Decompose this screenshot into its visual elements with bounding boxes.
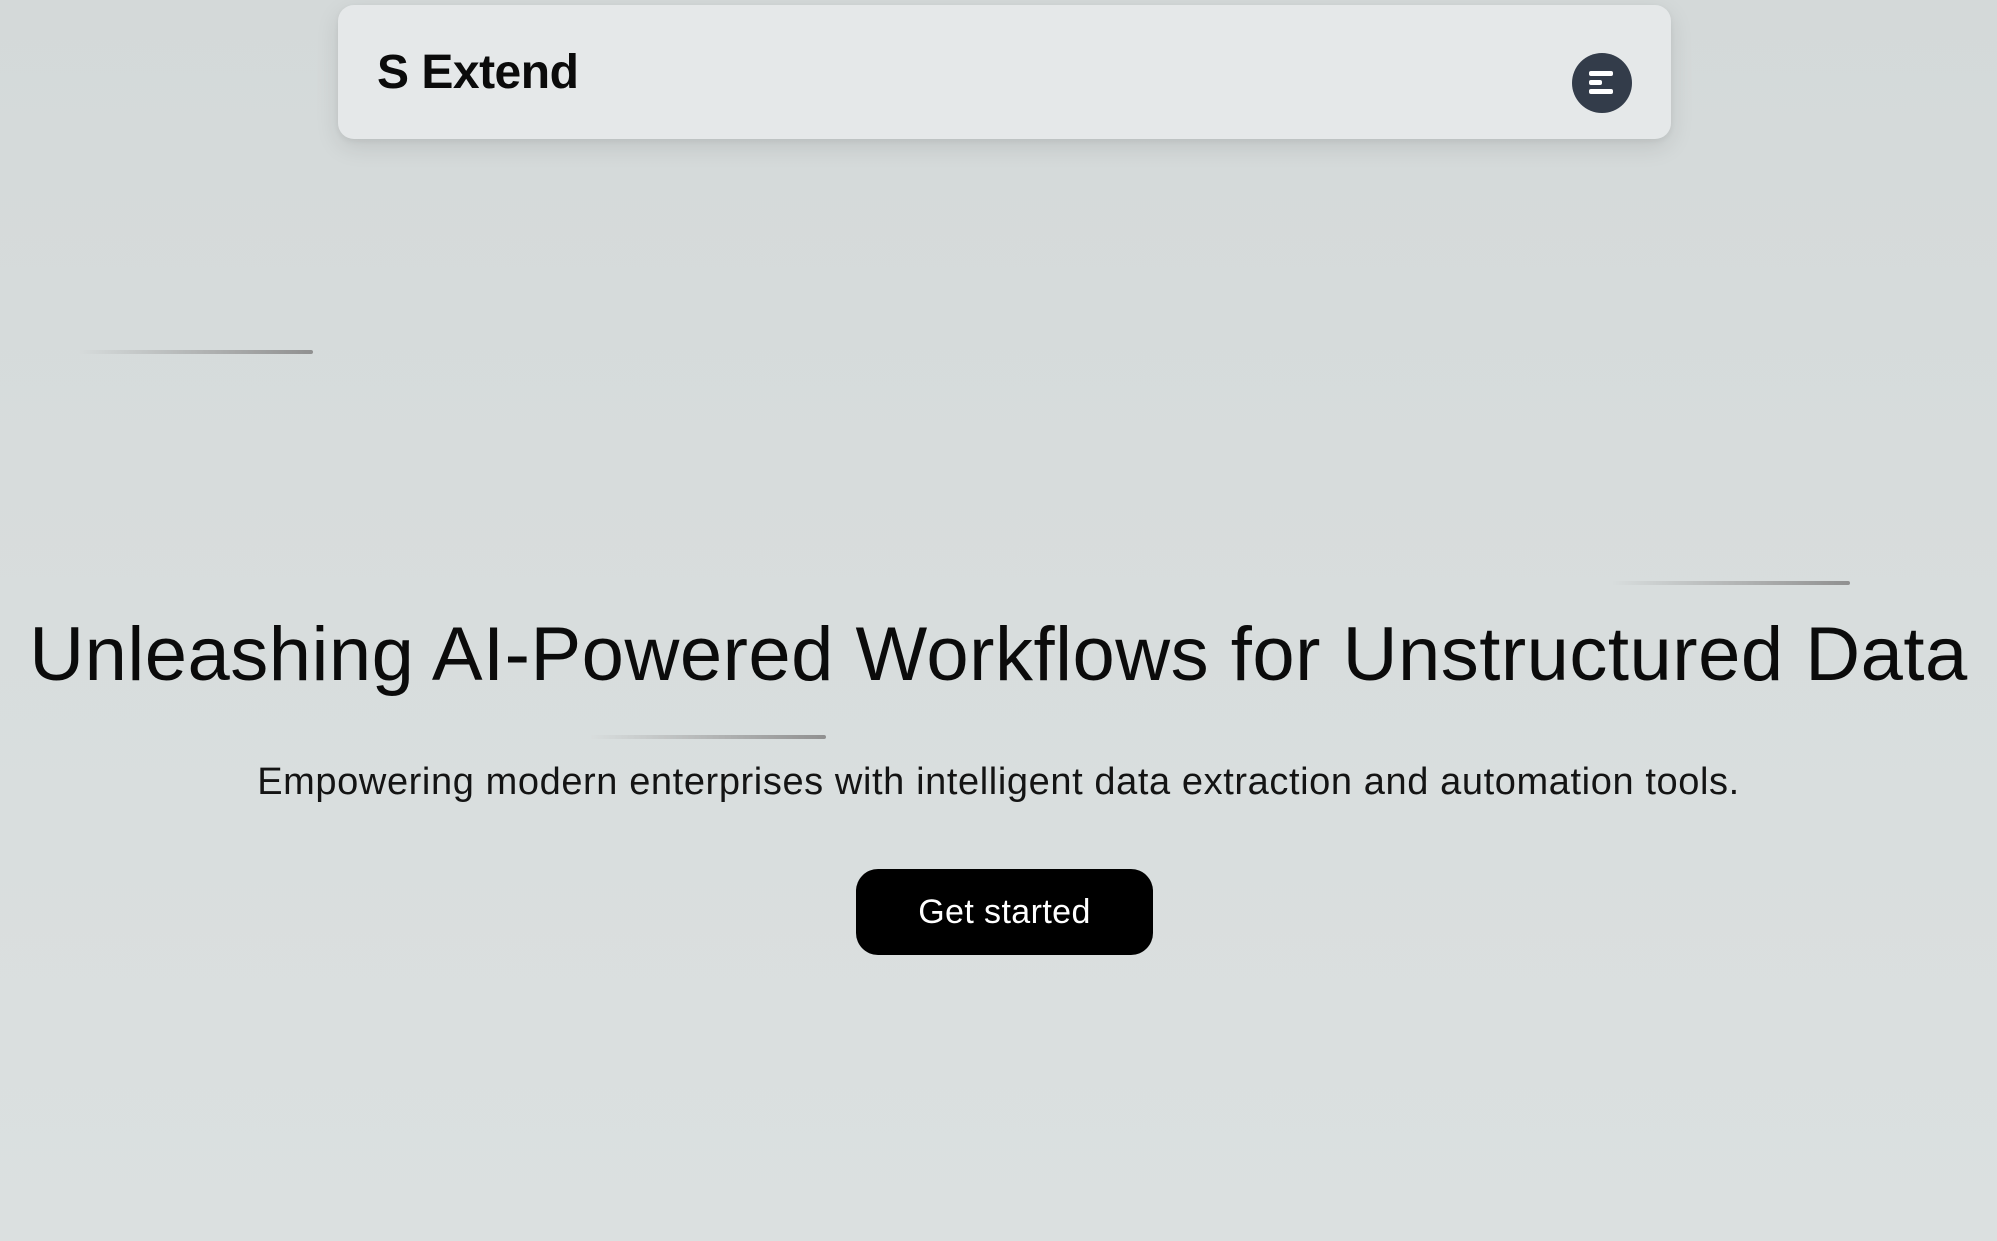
decorative-streak [1612, 581, 1850, 585]
hero-title: Unleashing AI-Powered Workflows for Unst… [29, 612, 1968, 697]
menu-button[interactable] [1572, 53, 1632, 113]
brand-logo[interactable]: S Extend [377, 49, 579, 97]
get-started-button[interactable]: Get started [856, 869, 1153, 955]
decorative-streak [590, 735, 826, 739]
hero-subtitle: Empowering modern enterprises with intel… [257, 761, 1740, 803]
navbar: S Extend [338, 5, 1671, 139]
decorative-streak [78, 350, 313, 354]
